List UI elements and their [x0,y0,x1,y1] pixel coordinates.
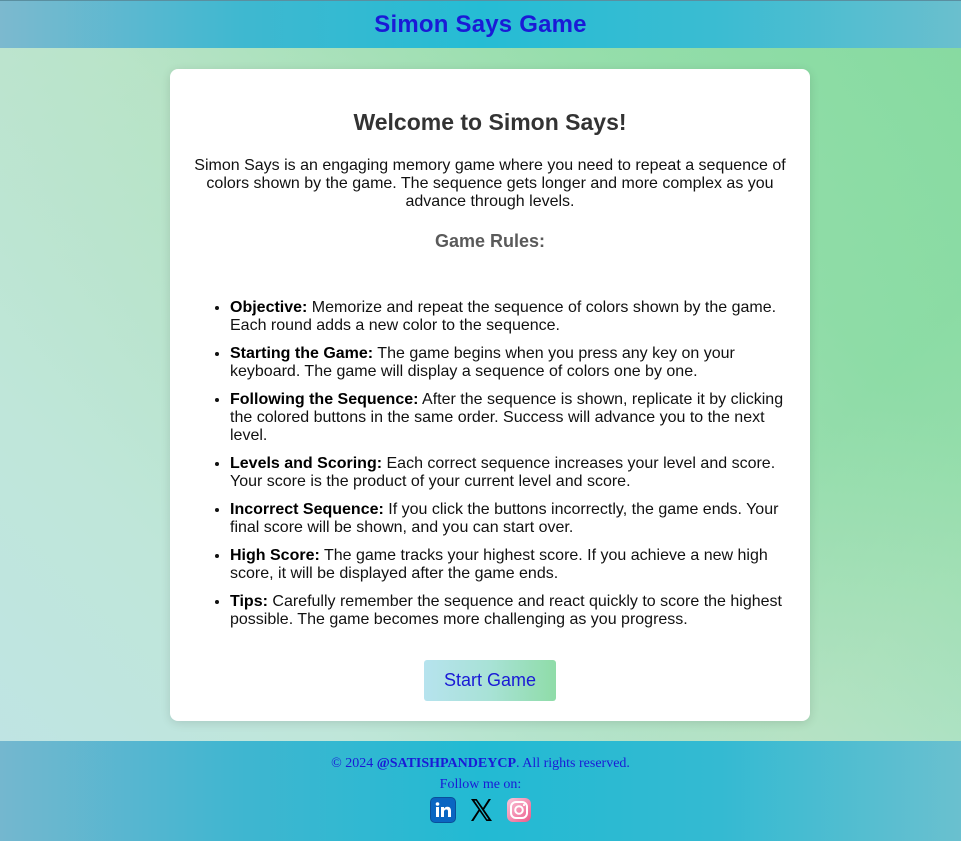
rule-text: Carefully remember the sequence and reac… [230,593,782,628]
rule-item: Tips: Carefully remember the sequence an… [230,593,796,629]
social-links [0,798,961,822]
copyright-prefix: © 2024 [331,756,377,771]
rule-item: Incorrect Sequence: If you click the but… [230,501,796,537]
author-handle: @SATISHPANDEYCP [376,756,516,771]
rule-term: High Score: [230,547,320,564]
rule-text: Memorize and repeat the sequence of colo… [230,299,777,334]
rule-item: Objective: Memorize and repeat the seque… [230,299,796,335]
rules-list: Objective: Memorize and repeat the seque… [206,299,796,639]
rule-term: Starting the Game: [230,345,374,362]
instagram-icon[interactable] [506,798,531,822]
rule-term: Following the Sequence: [230,391,419,408]
copyright-suffix: . All rights reserved. [516,756,630,771]
rule-term: Incorrect Sequence: [230,501,384,518]
welcome-heading: Welcome to Simon Says! [353,109,627,135]
rule-term: Levels and Scoring: [230,455,383,472]
rule-term: Objective: [230,299,308,316]
start-game-button[interactable]: Start Game [424,660,556,701]
intro-paragraph: Simon Says is an engaging memory game wh… [194,157,786,210]
page-title: Simon Says Game [374,11,587,38]
rules-title: Game Rules: [434,231,546,251]
rule-item: Starting the Game: The game begins when … [230,345,796,381]
site-header: Simon Says Game [0,0,961,48]
rule-term: Tips: [230,593,268,610]
site-footer: © 2024 @SATISHPANDEYCP. All rights reser… [0,741,961,841]
rule-item: Levels and Scoring: Each correct sequenc… [230,455,796,491]
x-twitter-icon[interactable] [469,798,493,822]
rules-card: Welcome to Simon Says! Simon Says is an … [170,69,810,721]
rule-item: High Score: The game tracks your highest… [230,547,796,583]
follow-label: Follow me on: [439,777,522,792]
copyright-text: © 2024 @SATISHPANDEYCP. All rights reser… [0,756,961,772]
linkedin-icon[interactable] [430,798,455,822]
rule-item: Following the Sequence: After the sequen… [230,391,796,445]
